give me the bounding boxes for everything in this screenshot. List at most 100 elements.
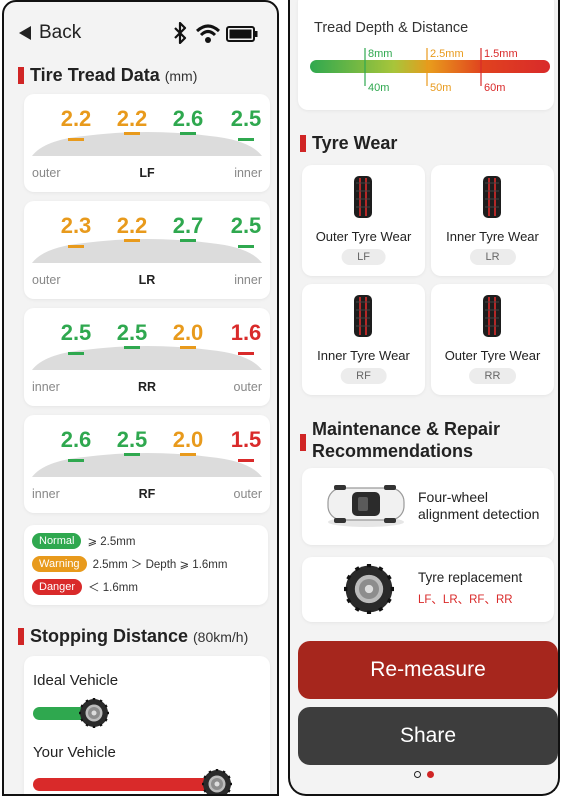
tire-position-label: LF [139, 166, 155, 180]
distance-mark-0: 40m [368, 82, 389, 94]
stopping-card: Ideal Vehicle Your Vehicle [24, 656, 270, 794]
legend-warning: Warning 2.5mm ＞ Depth ⩾ 1.6mm [32, 556, 227, 572]
tread-right-side-label: inner [234, 273, 262, 287]
tread-value: 2.5 [116, 427, 148, 452]
tyre-wear-title-text: Tyre Wear [312, 133, 398, 153]
tread-marker [68, 138, 84, 141]
depth-mark-2: 1.5mm [484, 48, 518, 60]
stopping-section-title: Stopping Distance (80km/h) [18, 626, 248, 647]
alignment-label: Four-wheel alignment detection [418, 489, 539, 523]
tire-card-lf[interactable]: 2.2 2.2 2.6 2.5 outer LF inner [24, 94, 270, 192]
tire-card-lr[interactable]: 2.3 2.2 2.7 2.5 outer LR inner [24, 201, 270, 299]
tire-position-label: LR [138, 273, 156, 287]
title-accent-bar [18, 67, 24, 84]
title-accent-bar [300, 433, 306, 451]
tread-value: 2.5 [116, 320, 148, 345]
tread-marker [68, 459, 84, 462]
tread-marker [68, 352, 84, 355]
depth-distance-title: Tread Depth & Distance [314, 20, 469, 36]
tyre-wear-label: Inner Tyre Wear [446, 229, 539, 244]
normal-desc: ⩾ 2.5mm [87, 536, 136, 548]
tread-value: 2.0 [172, 427, 204, 452]
title-accent-bar [18, 628, 24, 645]
tread-marker [238, 352, 254, 355]
tyre-wear-card[interactable]: Inner Tyre Wear RF [302, 284, 425, 395]
tread-title-text: Tire Tread Data [30, 65, 160, 85]
tread-value: 2.6 [60, 427, 92, 452]
tyre-position-badge: LR [469, 249, 516, 265]
tire-icon [482, 175, 502, 224]
tread-right-side-label: outer [233, 487, 263, 501]
back-button[interactable]: Back [18, 22, 81, 44]
warning-desc: 2.5mm ＞ Depth ⩾ 1.6mm [92, 559, 228, 571]
tread-values: 2.3 2.2 2.7 2.5 [24, 213, 270, 243]
tread-value: 2.5 [230, 213, 262, 238]
tyre-wear-label: Inner Tyre Wear [317, 348, 410, 363]
maintenance-title-line2: Recommendations [312, 441, 474, 461]
tyre-wear-card[interactable]: Outer Tyre Wear RR [431, 284, 554, 395]
tire-icon [482, 294, 502, 343]
tire-card-rf[interactable]: 2.6 2.5 2.0 1.5 inner RF outer [24, 415, 270, 513]
tyre-wear-label: Outer Tyre Wear [444, 348, 541, 363]
alignment-line2: alignment detection [418, 506, 540, 522]
remeasure-button[interactable]: Re-measure [298, 641, 558, 699]
depth-mark-1: 2.5mm [430, 48, 464, 60]
tread-value: 2.5 [60, 320, 92, 345]
tyre-wear-card[interactable]: Outer Tyre Wear LF [302, 165, 425, 276]
tread-value: 2.2 [60, 106, 92, 131]
your-distance-bar [33, 769, 245, 794]
page-dot-2[interactable] [427, 771, 434, 778]
tire-card-rr[interactable]: 2.5 2.5 2.0 1.6 inner RR outer [24, 308, 270, 406]
ideal-vehicle-label: Ideal Vehicle [33, 672, 119, 689]
tire-icon [344, 564, 394, 619]
wifi-icon [196, 24, 220, 43]
page-indicator [290, 771, 558, 778]
page-dot-1[interactable] [414, 771, 421, 778]
tyre-wear-title: Tyre Wear [300, 133, 397, 154]
your-distance-fill [33, 778, 226, 791]
tread-marker [238, 459, 254, 462]
alignment-card[interactable]: Four-wheel alignment detection [302, 468, 554, 545]
tread-value: 2.7 [172, 213, 204, 238]
back-label: Back [39, 22, 82, 43]
tire-icon [79, 698, 110, 733]
distance-mark-1: 50m [430, 82, 451, 94]
your-vehicle-label: Your Vehicle [33, 744, 116, 761]
stopping-unit: (80km/h) [193, 629, 249, 645]
tyre-wear-label: Outer Tyre Wear [315, 229, 412, 244]
stopping-title-text: Stopping Distance [30, 626, 189, 646]
car-top-icon [327, 485, 405, 527]
tread-unit: (mm) [164, 68, 198, 84]
alignment-line1: Four-wheel [418, 489, 489, 505]
tread-value: 2.2 [116, 106, 148, 131]
tread-value: 1.5 [230, 427, 262, 452]
tread-report-page: Back Tire Tread Data (mm) 2.2 2.2 2.6 2.5 ou… [2, 0, 279, 796]
normal-pill: Normal [32, 533, 82, 549]
share-button[interactable]: Share [298, 707, 558, 765]
danger-pill: Danger [32, 579, 83, 595]
tyre-position-badge: RR [468, 368, 517, 384]
tread-value: 2.0 [172, 320, 204, 345]
tread-value: 2.5 [230, 106, 262, 131]
tyre-wear-card[interactable]: Inner Tyre Wear LR [431, 165, 554, 276]
battery-icon [226, 26, 258, 42]
title-accent-bar [300, 135, 306, 152]
replacement-targets: LF、LR、RF、RR [418, 594, 513, 606]
tyre-replacement-card[interactable]: Tyre replacement LF、LR、RF、RR [302, 557, 554, 622]
depth-mark-0: 8mm [368, 48, 392, 60]
distance-mark-2: 60m [484, 82, 505, 94]
tread-value: 2.3 [60, 213, 92, 238]
danger-desc: ＜ 1.6mm [88, 582, 138, 594]
depth-distance-gauge: 8mm 2.5mm 1.5mm 40m 50m 60m [310, 48, 550, 94]
tread-values: 2.2 2.2 2.6 2.5 [24, 106, 270, 136]
tread-section-title: Tire Tread Data (mm) [18, 65, 197, 86]
legend-card: Normal ⩾ 2.5mm Warning 2.5mm ＞ Depth ⩾ 1… [24, 525, 268, 605]
maintenance-title: Maintenance & Repair Recommendations [300, 418, 500, 462]
tread-marker [238, 138, 254, 141]
tire-icon [353, 294, 373, 343]
tread-marker [238, 245, 254, 248]
tread-right-side-label: inner [234, 166, 262, 180]
tyre-position-badge: RF [340, 368, 387, 384]
tire-icon [353, 175, 373, 224]
tyre-position-badge: LF [341, 249, 386, 265]
